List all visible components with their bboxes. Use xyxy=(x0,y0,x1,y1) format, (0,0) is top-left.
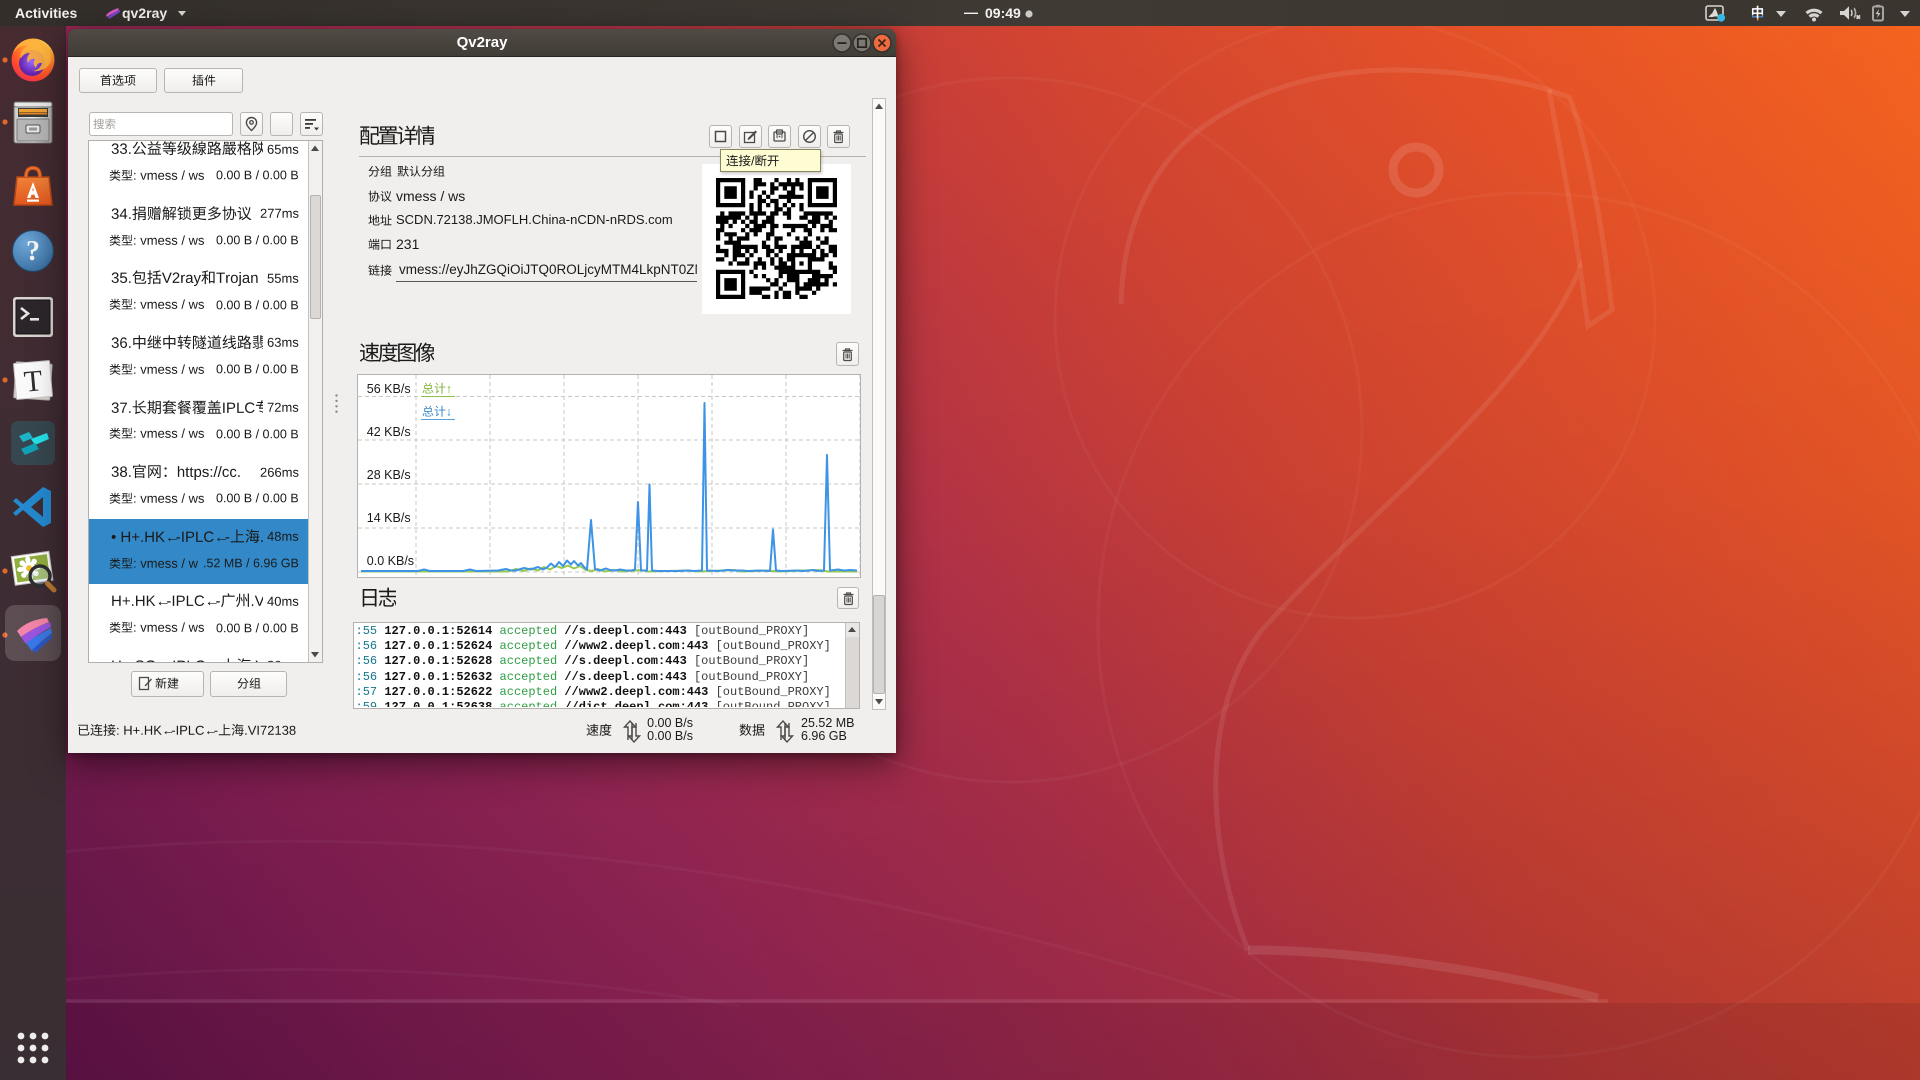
svg-text:?: ? xyxy=(26,236,40,267)
svg-text:T: T xyxy=(23,364,44,398)
